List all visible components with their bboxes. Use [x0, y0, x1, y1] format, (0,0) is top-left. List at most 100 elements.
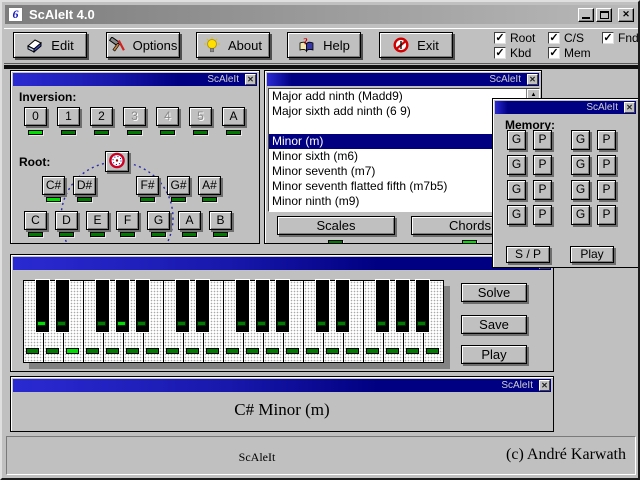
memory-get-button[interactable]: G: [507, 155, 526, 175]
list-panel-close-icon[interactable]: ✕: [527, 74, 538, 85]
help-button[interactable]: ? Help: [287, 32, 361, 58]
memory-play-button[interactable]: Play: [570, 246, 614, 263]
root-label: Root:: [19, 155, 50, 169]
result-panel-close-icon[interactable]: ✕: [539, 380, 550, 391]
root-note-button-F-sharp[interactable]: F#: [136, 176, 159, 195]
led-indicator: [86, 348, 99, 354]
memory-get-button[interactable]: G: [571, 130, 590, 150]
root-note-button-A[interactable]: A: [178, 211, 201, 230]
led-indicator: [120, 232, 135, 237]
exit-button[interactable]: Exit: [379, 32, 453, 58]
memory-put-button[interactable]: P: [597, 155, 616, 175]
options-button[interactable]: Options: [106, 32, 180, 58]
root-note-button-G-sharp[interactable]: G#: [167, 176, 190, 195]
root-note-button-G[interactable]: G: [147, 211, 170, 230]
memory-put-button[interactable]: P: [533, 180, 552, 200]
root-note-button-A-sharp[interactable]: A#: [198, 176, 221, 195]
led-indicator: [386, 348, 399, 354]
memory-panel-close-icon[interactable]: ✕: [624, 102, 635, 113]
memory-get-button[interactable]: G: [571, 155, 590, 175]
memory-put-button[interactable]: P: [533, 155, 552, 175]
memory-panel-titlebar: ScAleIt: [495, 101, 636, 114]
memory-get-button[interactable]: G: [507, 205, 526, 225]
memory-get-button[interactable]: G: [571, 205, 590, 225]
solve-button[interactable]: Solve: [461, 283, 527, 302]
cs-checkbox-box[interactable]: ✓: [548, 32, 560, 44]
root-note-button-C[interactable]: C: [24, 211, 47, 230]
minimize-button[interactable]: [578, 8, 594, 22]
led-indicator: [46, 348, 59, 354]
maximize-button[interactable]: [596, 8, 612, 22]
led-indicator: [37, 321, 46, 326]
memory-put-button[interactable]: P: [597, 180, 616, 200]
root-note-button-D[interactable]: D: [55, 211, 78, 230]
result-panel: ScAleIt ✕ C# Minor (m): [10, 376, 554, 432]
list-panel-titlebar: ScAleIt: [267, 73, 539, 86]
led-indicator: [66, 348, 79, 354]
memory-put-button[interactable]: P: [597, 130, 616, 150]
close-button[interactable]: ✕: [618, 8, 634, 22]
mem-checkbox-box[interactable]: ✓: [548, 47, 560, 59]
root-note-button-E[interactable]: E: [86, 211, 109, 230]
check-icon: ✓: [603, 33, 612, 43]
root-note-button-F[interactable]: F: [116, 211, 139, 230]
memory-put-button[interactable]: P: [597, 205, 616, 225]
led-indicator: [127, 130, 142, 135]
memory-panel: ScAleIt ✕ Memory: GPGPGPGPGPGPGPGP S / P…: [492, 98, 639, 268]
led-indicator: [377, 321, 386, 326]
kbd-checkbox-label: Kbd: [510, 46, 531, 60]
window-title: ScAleIt 4.0: [29, 7, 576, 22]
led-indicator: [306, 348, 319, 354]
notes-panel-close-icon[interactable]: ✕: [245, 74, 256, 85]
checkbox-root[interactable]: ✓ Root: [494, 31, 535, 45]
led-indicator: [28, 130, 43, 135]
inversion-button-4[interactable]: 4: [156, 107, 179, 126]
minimize-icon: [582, 17, 590, 19]
root-clock-button[interactable]: [105, 151, 129, 172]
root-note-button-D-sharp[interactable]: D#: [73, 176, 96, 195]
fnd-checkbox-label: Fnd: [618, 31, 639, 45]
inversion-button-A[interactable]: A: [222, 107, 245, 126]
maximize-icon: [600, 11, 609, 19]
inversion-button-5[interactable]: 5: [189, 107, 212, 126]
inversion-button-1[interactable]: 1: [57, 107, 80, 126]
scales-button[interactable]: Scales: [277, 216, 395, 235]
memory-put-button[interactable]: P: [533, 130, 552, 150]
led-indicator: [397, 321, 406, 326]
led-indicator: [257, 321, 266, 326]
memory-put-button[interactable]: P: [533, 205, 552, 225]
memory-get-button[interactable]: G: [571, 180, 590, 200]
led-indicator: [346, 348, 359, 354]
root-note-button-C-sharp[interactable]: C#: [42, 176, 65, 195]
checkbox-kbd[interactable]: ✓ Kbd: [494, 46, 531, 60]
checkbox-mem[interactable]: ✓ Mem: [548, 46, 591, 60]
led-indicator: [90, 232, 105, 237]
main-titlebar: 6 ScAleIt 4.0 ✕: [5, 5, 637, 24]
memory-get-button[interactable]: G: [507, 180, 526, 200]
led-indicator: [226, 130, 241, 135]
led-indicator: [417, 321, 426, 326]
inversion-button-2[interactable]: 2: [90, 107, 113, 126]
root-checkbox-box[interactable]: ✓: [494, 32, 506, 44]
root-note-button-B[interactable]: B: [209, 211, 232, 230]
checkbox-cs[interactable]: ✓ C/S: [548, 31, 584, 45]
led-indicator: [151, 232, 166, 237]
led-indicator: [126, 348, 139, 354]
led-indicator: [177, 321, 186, 326]
sp-button[interactable]: S / P: [506, 246, 550, 263]
save-button[interactable]: Save: [461, 315, 527, 334]
mem-checkbox-label: Mem: [564, 46, 591, 60]
play-button[interactable]: Play: [461, 345, 527, 364]
memory-get-button[interactable]: G: [507, 130, 526, 150]
about-button[interactable]: About: [196, 32, 270, 58]
edit-button[interactable]: Edit: [13, 32, 87, 58]
inversion-button-3[interactable]: 3: [123, 107, 146, 126]
checkbox-fnd[interactable]: ✓ Fnd: [602, 31, 639, 45]
piano-keyboard: [23, 280, 445, 364]
fnd-checkbox-box[interactable]: ✓: [602, 32, 614, 44]
led-indicator: [117, 321, 126, 326]
result-panel-titlebar: ScAleIt: [13, 379, 551, 392]
led-indicator: [166, 348, 179, 354]
kbd-checkbox-box[interactable]: ✓: [494, 47, 506, 59]
inversion-button-0[interactable]: 0: [24, 107, 47, 126]
